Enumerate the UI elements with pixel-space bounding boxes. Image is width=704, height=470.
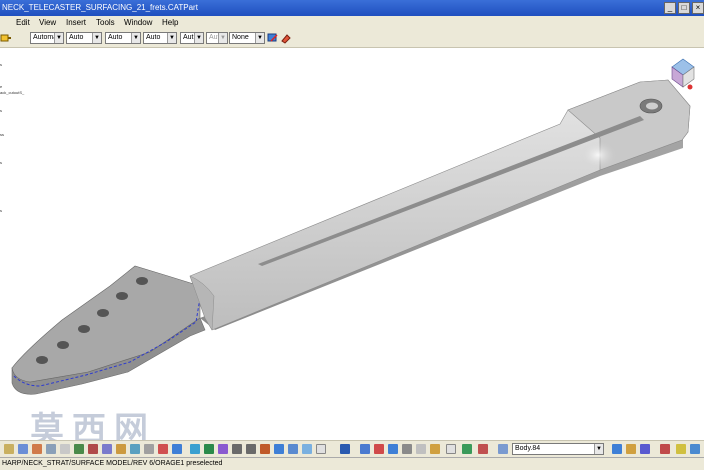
graphic-properties-toolbar: Automa ▼ Auto ▼ Auto ▼ Auto ▼ Aut ▼ Aut ▼ None…: [0, 30, 704, 48]
menu-bar: Edit View Insert Tools Window Help: [0, 16, 704, 31]
menu-view[interactable]: View: [39, 16, 56, 30]
window-title: NECK_TELECASTER_SURFACING_21_frets.CATPa…: [2, 3, 198, 12]
title-bar: NECK_TELECASTER_SURFACING_21_frets.CATPa…: [0, 0, 704, 16]
constraint-icon[interactable]: [446, 444, 456, 454]
chevron-down-icon: ▼: [218, 33, 227, 43]
zoom-out-icon[interactable]: [246, 444, 256, 454]
draft-icon[interactable]: [158, 444, 168, 454]
chevron-down-icon: ▼: [594, 444, 603, 454]
chevron-down-icon: ▼: [255, 33, 264, 43]
normal-view-icon[interactable]: [260, 444, 270, 454]
knowledge-icon[interactable]: [690, 444, 700, 454]
scale-icon[interactable]: [430, 444, 440, 454]
maximize-button[interactable]: □: [678, 2, 690, 14]
compass-icon[interactable]: [670, 57, 696, 91]
rib-icon[interactable]: [102, 444, 112, 454]
chevron-down-icon: ▼: [194, 33, 203, 43]
line-thickness-combo[interactable]: Auto ▼: [105, 32, 141, 44]
translate-icon[interactable]: [388, 444, 398, 454]
fillet-icon[interactable]: [130, 444, 140, 454]
menu-insert[interactable]: Insert: [66, 16, 86, 30]
line-type-combo[interactable]: Auto ▼: [143, 32, 177, 44]
quick-view-icon[interactable]: [274, 444, 284, 454]
layer-combo[interactable]: None ▼: [229, 32, 265, 44]
chevron-down-icon: ▼: [167, 33, 176, 43]
status-text: HARP/NECK_STRAT/SURFACE MODEL/REV 6/ORAG…: [2, 460, 223, 467]
minimize-button[interactable]: _: [664, 2, 676, 14]
render-style-combo[interactable]: Aut ▼: [206, 32, 228, 44]
pattern-icon[interactable]: [402, 444, 412, 454]
groove-icon[interactable]: [74, 444, 84, 454]
fill-color-combo[interactable]: Automa ▼: [30, 32, 64, 44]
point-symbol-combo[interactable]: Aut ▼: [180, 32, 204, 44]
body-selector[interactable]: Body.84 ▼: [512, 443, 604, 455]
hole-icon[interactable]: [88, 444, 98, 454]
layers-filter-icon[interactable]: [267, 32, 279, 44]
select-icon[interactable]: [4, 444, 14, 454]
menu-edit[interactable]: Edit: [16, 16, 30, 30]
chevron-down-icon: ▼: [92, 33, 101, 43]
window-controls: _ □ ×: [664, 2, 704, 14]
update-icon[interactable]: [612, 444, 622, 454]
hide-icon[interactable]: [302, 444, 312, 454]
pocket-icon[interactable]: [46, 444, 56, 454]
apply-material-icon[interactable]: [660, 444, 670, 454]
boolean-icon[interactable]: [374, 444, 384, 454]
pan-icon[interactable]: [204, 444, 214, 454]
guitar-neck-model[interactable]: [11, 79, 691, 395]
menu-help[interactable]: Help: [162, 16, 178, 30]
fit-all-icon[interactable]: [190, 444, 200, 454]
chamfer-icon[interactable]: [144, 444, 154, 454]
chevron-down-icon: ▼: [131, 33, 140, 43]
zoom-in-icon[interactable]: [232, 444, 242, 454]
sketcher-icon[interactable]: [18, 444, 28, 454]
axis-icon[interactable]: [360, 444, 370, 454]
insert-body-icon[interactable]: [498, 444, 508, 454]
rotate-icon[interactable]: [218, 444, 228, 454]
status-bar: HARP/NECK_STRAT/SURFACE MODEL/REV 6/ORAG…: [0, 457, 704, 470]
thickness-icon[interactable]: [462, 444, 472, 454]
analysis-icon[interactable]: [640, 444, 650, 454]
mirror-icon[interactable]: [416, 444, 426, 454]
menu-tools[interactable]: Tools: [96, 16, 115, 30]
shaft-icon[interactable]: [60, 444, 70, 454]
close-button[interactable]: ×: [692, 2, 704, 14]
measure-icon[interactable]: [340, 444, 350, 454]
shell-icon[interactable]: [172, 444, 182, 454]
slot-icon[interactable]: [116, 444, 126, 454]
catalog-icon[interactable]: [676, 444, 686, 454]
3d-viewport[interactable]: [0, 48, 704, 440]
chevron-down-icon: ▼: [54, 33, 63, 43]
pad-icon[interactable]: [32, 444, 42, 454]
publication-icon[interactable]: [626, 444, 636, 454]
swap-visible-icon[interactable]: [316, 444, 326, 454]
format-painter-icon[interactable]: [280, 32, 292, 44]
shading-icon[interactable]: [288, 444, 298, 454]
painter-icon[interactable]: [0, 32, 12, 44]
split-icon[interactable]: [478, 444, 488, 454]
transparency-combo[interactable]: Auto ▼: [66, 32, 102, 44]
menu-window[interactable]: Window: [124, 16, 152, 30]
